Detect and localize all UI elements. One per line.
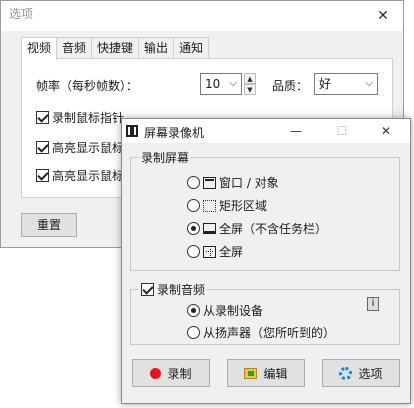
radio-button[interactable]	[187, 176, 200, 189]
checkbox-row[interactable]: 高亮显示鼠标	[36, 167, 124, 184]
radio-rectangle-region[interactable]: 矩形区域	[187, 197, 267, 214]
gear-icon	[339, 366, 353, 380]
checkbox-label: 录制鼠标指针	[52, 111, 125, 125]
radio-label: 从扬声器（您所听到的）	[203, 326, 336, 340]
tab-output[interactable]: 输出	[138, 37, 175, 59]
tab-audio[interactable]: 音频	[56, 37, 93, 59]
reset-button[interactable]: 重置	[21, 213, 77, 237]
checkbox[interactable]	[36, 169, 49, 182]
options-title: 选项	[9, 7, 34, 21]
microphone-settings-icon[interactable]: i	[367, 297, 379, 311]
radio-label: 矩形区域	[219, 199, 268, 213]
tab-video[interactable]: 视频	[21, 37, 58, 60]
quality-label: 品质：	[272, 79, 309, 93]
checkbox[interactable]	[36, 141, 49, 154]
radio-button[interactable]	[187, 304, 200, 317]
close-icon[interactable]: ✕	[364, 119, 408, 143]
options-tabs: 视频 音频 快捷键 输出 通知	[21, 37, 210, 60]
checkbox-label: 高亮显示鼠标	[52, 169, 125, 183]
radio-label: 窗口 / 对象	[219, 176, 279, 190]
options-titlebar: 选项 ✕	[1, 1, 403, 31]
record-audio-group: 录制音频 从录制设备 从扬声器（您所听到的）	[130, 281, 400, 345]
tab-hotkeys[interactable]: 快捷键	[91, 37, 140, 59]
radio-button[interactable]	[187, 199, 200, 212]
chevron-down-icon: ⌵	[229, 78, 237, 89]
chevron-down-icon: ⌵	[365, 78, 373, 89]
record-audio-checkbox[interactable]	[141, 283, 154, 296]
record-audio-label[interactable]: 录制音频	[139, 281, 208, 298]
radio-label: 全屏	[219, 245, 244, 259]
spin-down-icon[interactable]: ▼	[244, 84, 256, 95]
folder-edit-icon	[244, 367, 258, 379]
radio-button[interactable]	[187, 245, 200, 258]
rectangle-region-icon	[203, 199, 216, 212]
radio-label: 从录制设备	[203, 304, 264, 318]
recorder-window: 屏幕录像机 — ☐ ✕ 录制屏幕 窗口 / 对象 矩形区域 全屏（不含任务栏） …	[121, 118, 411, 404]
framerate-spinner[interactable]: ▲ ▼	[244, 73, 256, 95]
options-button-label: 选项	[358, 366, 383, 381]
edit-button-label: 编辑	[263, 366, 288, 381]
spin-up-icon[interactable]: ▲	[244, 73, 256, 84]
fullscreen-icon	[203, 245, 216, 258]
radio-from-device[interactable]: 从录制设备	[187, 302, 263, 319]
radio-window-object[interactable]: 窗口 / 对象	[187, 174, 279, 191]
framerate-select[interactable]: 10 ⌵	[200, 73, 242, 95]
edit-button[interactable]: 编辑	[227, 359, 305, 387]
window-icon	[203, 176, 216, 189]
framerate-label: 帧率（每秒帧数）：	[36, 79, 139, 93]
checkbox[interactable]	[36, 111, 49, 124]
framerate-value: 10	[205, 77, 221, 91]
record-screen-label: 录制屏幕	[139, 149, 192, 166]
maximize-icon[interactable]: ☐	[320, 119, 364, 143]
checkbox-row[interactable]: 录制鼠标指针	[36, 109, 124, 126]
radio-fullscreen[interactable]: 全屏	[187, 243, 243, 260]
tab-notifications[interactable]: 通知	[173, 37, 210, 59]
record-screen-group: 录制屏幕 窗口 / 对象 矩形区域 全屏（不含任务栏） 全屏	[130, 149, 400, 271]
record-dot-icon	[150, 367, 162, 379]
options-button[interactable]: 选项	[322, 359, 400, 387]
quality-select[interactable]: 好 ⌵	[314, 73, 378, 95]
quality-value: 好	[319, 77, 332, 91]
radio-button[interactable]	[187, 222, 200, 235]
radio-label: 全屏（不含任务栏）	[219, 222, 328, 236]
radio-button[interactable]	[187, 326, 200, 339]
close-icon[interactable]: ✕	[365, 1, 401, 31]
checkbox-label: 高亮显示鼠标	[52, 141, 125, 155]
record-audio-text: 录制音频	[157, 283, 206, 297]
recorder-titlebar: 屏幕录像机 — ☐ ✕	[122, 119, 410, 143]
minimize-icon[interactable]: —	[274, 119, 318, 143]
radio-from-speakers[interactable]: 从扬声器（您所听到的）	[187, 324, 335, 341]
film-icon	[126, 125, 138, 137]
screen-icon	[203, 223, 216, 234]
recorder-title: 屏幕录像机	[144, 126, 205, 140]
radio-fullscreen-no-taskbar[interactable]: 全屏（不含任务栏）	[187, 220, 327, 237]
checkbox-row[interactable]: 高亮显示鼠标	[36, 139, 124, 156]
record-button-label: 录制	[167, 366, 192, 381]
record-button[interactable]: 录制	[132, 359, 210, 387]
